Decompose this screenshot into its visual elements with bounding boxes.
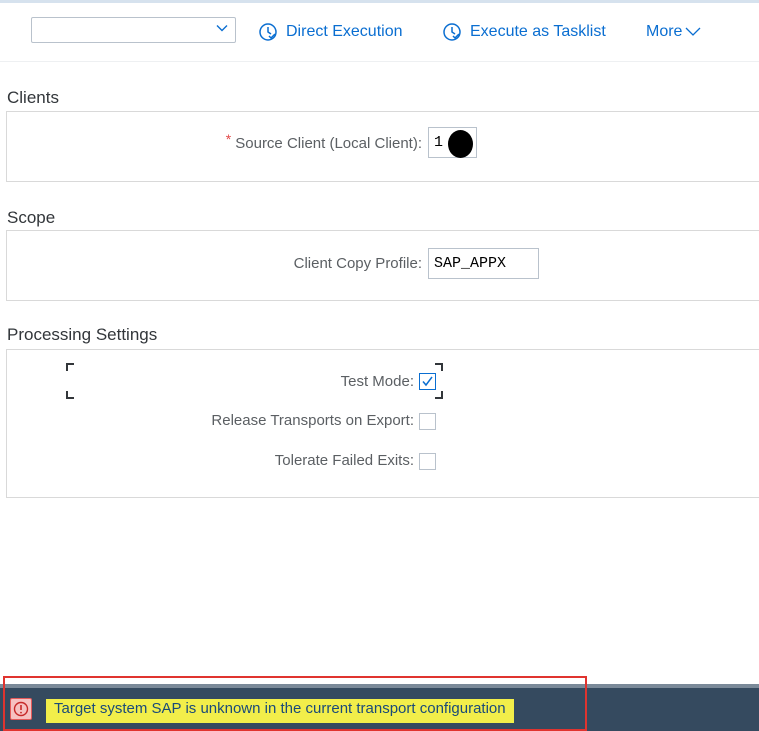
chevron-down-icon xyxy=(685,27,701,36)
message-text[interactable]: Target system SAP is unknown in the curr… xyxy=(46,699,514,723)
clients-panel: * Source Client (Local Client): 1 xyxy=(6,111,759,182)
execute-clock-icon xyxy=(259,23,277,41)
section-title-processing: Processing Settings xyxy=(7,325,158,344)
section-title-scope: Scope xyxy=(7,208,56,227)
variant-select[interactable] xyxy=(31,17,236,43)
execute-as-tasklist-label: Execute as Tasklist xyxy=(470,23,606,40)
test-mode-label: Test Mode: xyxy=(340,373,414,390)
release-transports-label: Release Transports on Export: xyxy=(211,412,414,429)
execute-as-tasklist-button[interactable]: Execute as Tasklist xyxy=(442,19,606,45)
checkmark-icon xyxy=(422,376,433,387)
tolerate-failed-exits-checkbox[interactable] xyxy=(419,453,436,470)
redaction-blot xyxy=(448,130,473,158)
scope-panel: Client Copy Profile: SAP_APPX xyxy=(6,230,759,301)
client-copy-profile-input[interactable]: SAP_APPX xyxy=(428,248,539,279)
source-client-label: Source Client (Local Client): xyxy=(235,135,422,152)
required-marker: * xyxy=(225,131,232,147)
error-circle-icon[interactable] xyxy=(10,698,32,720)
test-mode-checkbox[interactable] xyxy=(419,373,436,390)
toolbar: Direct Execution Execute as Tasklist Mor… xyxy=(0,3,759,62)
processing-panel: Test Mode: Release Transports on Export:… xyxy=(6,349,759,498)
direct-execution-button[interactable]: Direct Execution xyxy=(258,19,403,45)
execute-clock-icon xyxy=(443,23,461,41)
source-client-label-wrap: * Source Client (Local Client): xyxy=(226,131,422,152)
client-copy-profile-label: Client Copy Profile: xyxy=(293,255,422,272)
more-menu-button[interactable]: More xyxy=(646,19,701,45)
tolerate-failed-exits-label: Tolerate Failed Exits: xyxy=(274,452,414,469)
client-copy-profile-value: SAP_APPX xyxy=(434,255,507,272)
focus-corner xyxy=(435,363,443,371)
focus-corner xyxy=(435,391,443,399)
focus-corner xyxy=(66,391,74,399)
direct-execution-label: Direct Execution xyxy=(286,23,403,40)
source-client-value: 1 xyxy=(434,134,444,151)
release-transports-checkbox[interactable] xyxy=(419,413,436,430)
more-label: More xyxy=(646,23,683,40)
focus-corner xyxy=(66,363,74,371)
source-client-input[interactable]: 1 xyxy=(428,127,477,158)
section-title-clients: Clients xyxy=(7,88,59,107)
chevron-down-icon xyxy=(216,25,228,32)
